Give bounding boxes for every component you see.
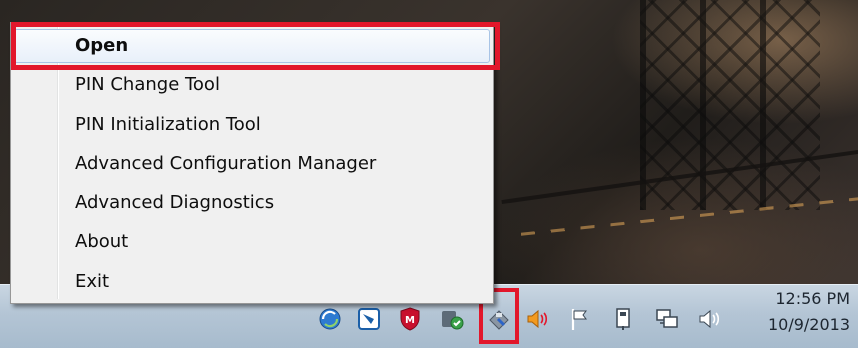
taskbar-clock[interactable]: 12:56 PM 10/9/2013 bbox=[740, 286, 850, 338]
menu-item-label: About bbox=[75, 231, 129, 252]
security-check-icon[interactable] bbox=[439, 306, 465, 332]
mcafee-shield-icon[interactable]: M bbox=[397, 306, 423, 332]
clock-date: 10/9/2013 bbox=[767, 315, 850, 334]
menu-item-label: PIN Initialization Tool bbox=[75, 114, 261, 135]
menu-item-advanced-configuration-manager[interactable]: Advanced Configuration Manager bbox=[13, 145, 489, 183]
menu-item-advanced-diagnostics[interactable]: Advanced Diagnostics bbox=[13, 184, 489, 222]
menu-item-label: Exit bbox=[75, 271, 110, 292]
network-icon[interactable] bbox=[654, 306, 680, 332]
svg-text:M: M bbox=[405, 315, 415, 326]
menu-item-pin-initialization-tool[interactable]: PIN Initialization Tool bbox=[13, 106, 489, 144]
menu-item-exit[interactable]: Exit bbox=[13, 263, 489, 301]
safely-remove-hardware-icon[interactable] bbox=[611, 306, 637, 332]
menu-item-label: Advanced Configuration Manager bbox=[75, 153, 377, 174]
menu-item-label: PIN Change Tool bbox=[75, 74, 220, 95]
blue-app-icon[interactable] bbox=[356, 306, 382, 332]
menu-item-pin-change-tool[interactable]: PIN Change Tool bbox=[13, 66, 489, 104]
volume-icon[interactable] bbox=[696, 306, 722, 332]
action-center-flag-icon[interactable] bbox=[567, 306, 593, 332]
clock-time: 12:56 PM bbox=[775, 289, 850, 308]
open-item-highlight-box bbox=[11, 22, 500, 70]
network-sync-icon[interactable] bbox=[317, 306, 343, 332]
menu-item-label: Advanced Diagnostics bbox=[75, 192, 275, 213]
speaker-alert-icon[interactable] bbox=[524, 306, 550, 332]
menu-item-about[interactable]: About bbox=[13, 223, 489, 261]
